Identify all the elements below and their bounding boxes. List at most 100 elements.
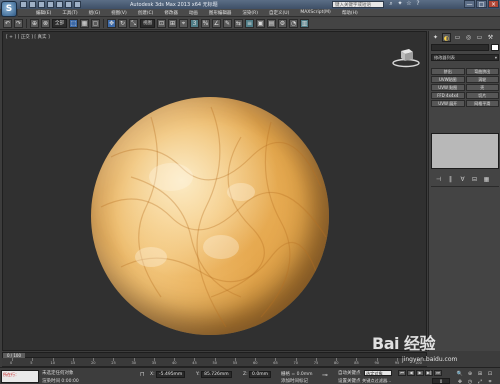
toolbar-button[interactable]: ⊞ (168, 18, 177, 28)
stack-button[interactable]: ‖ (447, 176, 454, 183)
stack-button[interactable]: ∀ (459, 176, 466, 183)
object-name-field[interactable] (431, 44, 489, 51)
command-panel-tab[interactable]: ◐ (442, 33, 451, 42)
menu-item[interactable]: 工具(T) (62, 10, 77, 16)
navigation-icon[interactable]: ✥ (456, 379, 464, 384)
command-panel-tab[interactable]: ◎ (464, 33, 473, 42)
set-key-icon[interactable]: ⊸ (322, 371, 328, 379)
track-bar[interactable]: 0 5 10 15 20 25 30 35 40 45 50 55 60 65 70 75 80 85 90 95 10… (2, 358, 427, 367)
perspective-viewport[interactable]: [ + ] [ 正交 ] [ 真实 ] (2, 31, 427, 351)
menu-item[interactable]: MAXScript(M) (300, 10, 331, 15)
modifier-button[interactable]: 网格平滑 (465, 100, 499, 107)
menu-item[interactable]: 图形编辑器 (209, 10, 232, 16)
viewcube-icon[interactable] (391, 46, 421, 68)
app-logo-icon[interactable]: S (1, 1, 17, 17)
menu-item[interactable]: 视图(V) (111, 10, 127, 16)
toolbar-button[interactable]: ⬚ (69, 18, 78, 28)
menu-item[interactable]: 自定义(U) (269, 10, 289, 16)
toolbar-button[interactable]: ▥ (300, 18, 309, 28)
toolbar-button[interactable]: ✥ (107, 18, 116, 28)
playback-button[interactable]: ⏭ (434, 370, 442, 376)
modifier-button[interactable]: 挤出 (431, 68, 465, 75)
object-color-swatch[interactable] (491, 44, 499, 51)
modifier-button[interactable]: UVW贴图 (431, 76, 465, 83)
menu-item[interactable]: 动画 (189, 10, 198, 16)
command-panel-tab[interactable]: ▭ (453, 33, 462, 42)
set-key-button[interactable]: 设置关键点 (338, 378, 361, 384)
save-file-icon[interactable] (38, 1, 45, 8)
modifier-button[interactable]: 壳 (465, 84, 499, 91)
modifier-button[interactable]: 弯曲挤出 (465, 68, 499, 75)
toolbar-button[interactable]: ⚙ (278, 18, 287, 28)
navigation-icon[interactable]: ⊡ (486, 371, 494, 377)
search-icon[interactable]: ⌕ (388, 1, 394, 7)
toolbar-button[interactable]: ↻ (118, 18, 127, 28)
toolbar-button[interactable]: ≡ (245, 18, 254, 28)
modifier-button[interactable]: 涡轮 (465, 76, 499, 83)
toolbar-button[interactable]: ◔ (289, 18, 298, 28)
maximize-button[interactable]: □ (476, 0, 487, 8)
redo-icon[interactable] (56, 1, 63, 8)
navigation-icon[interactable]: ⌗ (486, 379, 494, 384)
menu-item[interactable]: 帮助(H) (342, 10, 358, 16)
toolbar-button[interactable]: ⌖ (179, 18, 188, 28)
viewport-label[interactable]: [ + ] [ 正交 ] [ 真实 ] (6, 34, 50, 40)
toolbar-button[interactable]: ↶ (3, 18, 12, 28)
command-panel-tab[interactable]: ▭ (475, 33, 484, 42)
playback-button[interactable]: ◀ (407, 370, 415, 376)
x-field[interactable]: -5.495mm (156, 371, 186, 378)
navigation-icon[interactable]: ◷ (466, 379, 474, 384)
key-filters-button[interactable]: 关键点过滤器... (362, 378, 391, 384)
command-panel-tab[interactable]: ⚒ (486, 33, 495, 42)
subscription-icon[interactable]: ✦ (397, 1, 403, 7)
toolbar-button[interactable]: ▢ (91, 18, 100, 28)
playback-button[interactable]: ⏮ (398, 370, 406, 376)
key-selection-dropdown[interactable]: 选定对象 (364, 370, 392, 376)
selection-lock-icon[interactable]: ⊓ (140, 371, 146, 378)
reference-coordinate-dropdown[interactable]: 视图 (140, 18, 155, 28)
modifier-button[interactable]: UVW 展开 (431, 100, 465, 107)
toolbar-button[interactable]: ⊗ (41, 18, 50, 28)
open-file-icon[interactable] (29, 1, 36, 8)
y-field[interactable]: 85.726mm (201, 371, 232, 378)
minimize-button[interactable]: — (464, 0, 475, 8)
add-time-tag[interactable]: 添加时间标记 (281, 378, 308, 384)
selection-filter-dropdown[interactable]: 全部 (52, 18, 67, 28)
undo-icon[interactable] (47, 1, 54, 8)
stack-button[interactable]: ⊣ (435, 176, 442, 183)
maxscript-listener[interactable]: 所在行： (1, 370, 39, 383)
playback-button[interactable]: ▶| (425, 370, 433, 376)
toolbar-button[interactable]: ∠ (212, 18, 221, 28)
toolbar-button[interactable]: ▣ (256, 18, 265, 28)
navigation-icon[interactable]: ⊕ (466, 371, 474, 377)
workspace-icon[interactable] (74, 1, 81, 8)
command-panel-tab[interactable]: ✦ (431, 33, 440, 42)
stack-button[interactable]: ⊟ (471, 176, 478, 183)
menu-item[interactable]: 创建(C) (138, 10, 154, 16)
toolbar-button[interactable]: ⊕ (30, 18, 39, 28)
toolbar-button[interactable]: ✎ (223, 18, 232, 28)
modifier-stack[interactable] (431, 133, 499, 169)
menu-item[interactable]: 组(G) (89, 10, 101, 16)
toolbar-button[interactable]: ▤ (267, 18, 276, 28)
navigation-icon[interactable]: ⊞ (476, 371, 484, 377)
project-folder-icon[interactable] (65, 1, 72, 8)
navigation-icon[interactable]: ⤢ (476, 379, 484, 384)
toolbar-button[interactable]: ▦ (80, 18, 89, 28)
toolbar-button[interactable]: ⤡ (129, 18, 138, 28)
stack-button[interactable]: ▦ (483, 176, 490, 183)
menu-item[interactable]: 渲染(R) (242, 10, 258, 16)
menu-item[interactable]: 修改器 (164, 10, 178, 16)
textured-sphere[interactable] (91, 97, 329, 335)
toolbar-button[interactable]: % (201, 18, 210, 28)
auto-key-button[interactable]: 自动关键点 (338, 370, 361, 376)
close-button[interactable]: × (488, 0, 499, 8)
playback-button[interactable]: ▶ (416, 370, 424, 376)
new-file-icon[interactable] (20, 1, 27, 8)
menu-item[interactable]: 编辑(E) (36, 10, 51, 16)
modifier-button[interactable]: 切片 (465, 92, 499, 99)
toolbar-button[interactable]: 3 (190, 18, 199, 28)
z-field[interactable]: 0.0mm (249, 371, 271, 378)
navigation-icon[interactable]: 🔍 (456, 371, 464, 377)
toolbar-button[interactable]: ↷ (14, 18, 23, 28)
